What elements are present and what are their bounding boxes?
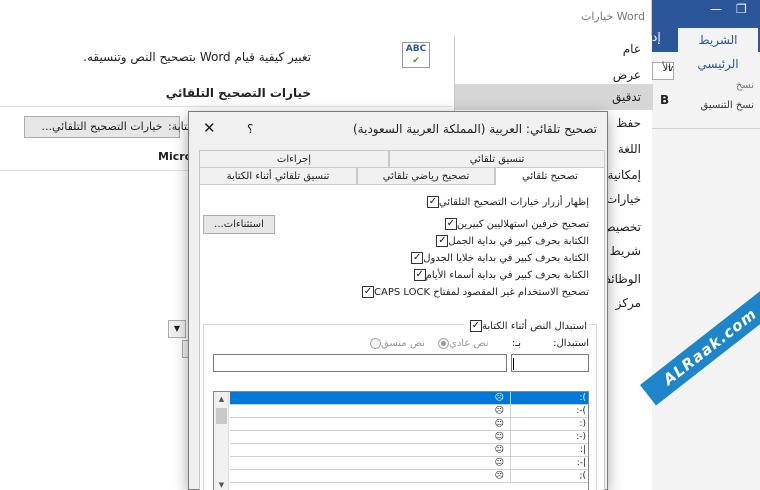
format-painter-item[interactable]: نسخ التنسيق — [701, 100, 754, 111]
abc-check-icon: ABC ✔ — [402, 42, 430, 68]
replace-input[interactable] — [511, 354, 589, 372]
list-item[interactable]: ☺ :-) — [230, 431, 588, 444]
autocorrect-dialog: تصحيح تلقائي: العربية (المملكة العربية ا… — [188, 111, 608, 490]
option-label: تصحيح الاستخدام غير المقصود لمفتاح CAPS … — [374, 286, 589, 298]
tab-autoformat-as-you-type[interactable]: تنسيق تلقائي أثناء الكتابة — [199, 167, 357, 185]
option-capitalize-table-cells[interactable]: ✓ الكتابة بحرف كبير في بداية خلايا الجدو… — [407, 250, 589, 266]
nav-item-proofing[interactable]: تدقيق — [455, 84, 653, 110]
replace-as-you-type-option[interactable]: ✓ استبدال النص أثناء الكتابة — [464, 318, 589, 334]
vertical-scrollbar[interactable]: ▲ ▼ — [214, 392, 229, 490]
option-caps-lock[interactable]: ✓ تصحيح الاستخدام غير المقصود لمفتاح CAP… — [358, 284, 589, 300]
entry-with: 😐 — [230, 444, 511, 457]
section-divider — [0, 106, 452, 107]
option-capitalize-days[interactable]: ✓ الكتابة بحرف كبير في بداية أسماء الأيا… — [410, 267, 589, 283]
restore-button[interactable]: ❐ — [736, 2, 747, 16]
tab-autoformat[interactable]: تنسيق تلقائي — [389, 150, 605, 168]
scroll-thumb[interactable] — [216, 408, 227, 424]
ribbon-tab-edge[interactable]: إد — [652, 30, 661, 44]
chevron-down-icon[interactable]: ▼ — [168, 320, 186, 338]
entry-with: 😐 — [230, 457, 511, 470]
formatted-text-label: نص منسق — [381, 338, 425, 349]
replace-label: استبدال: — [553, 338, 589, 349]
show-buttons-option[interactable]: ✓ إظهار أزرار خيارات التصحيح التلقائي — [423, 194, 589, 210]
entry-with: ☺ — [230, 418, 511, 431]
option-capitalize-sentences[interactable]: ✓ الكتابة بحرف كبير في بداية الجمل — [432, 233, 589, 249]
option-checkbox[interactable]: ✓ — [411, 252, 424, 264]
ribbon-divider — [652, 128, 760, 129]
scroll-down-arrow[interactable]: ▼ — [214, 478, 229, 490]
autocorrect-entries-list[interactable]: ▲ ▼ ☹ :( ☹ :-( ☺ :) ☺ :-) 😐 :| 😐 :-| ☹ ;… — [213, 391, 589, 490]
entry-replace: :-| — [576, 458, 586, 468]
list-item[interactable]: ☹ :( — [230, 392, 588, 405]
entry-with: ☺ — [230, 431, 511, 444]
list-item[interactable]: ☹ ;( — [230, 470, 588, 483]
entry-replace: :) — [579, 419, 586, 429]
copy-item[interactable]: نسخ — [736, 80, 754, 91]
option-label: الكتابة بحرف كبير في بداية خلايا الجدول — [423, 252, 589, 264]
font-dropdown-arrow[interactable]: v — [668, 64, 673, 74]
title-bar: — ❐ — [652, 0, 760, 22]
list-item[interactable]: ☹ :-( — [230, 405, 588, 418]
plain-text-label: نص عادي — [449, 338, 489, 349]
entry-with: ☹ — [230, 392, 511, 405]
entry-replace: :-( — [576, 406, 586, 416]
autocorrect-options-button[interactable]: خيارات التصحيح التلقائي... — [24, 116, 180, 138]
with-label: بـ: — [511, 338, 521, 349]
list-item[interactable]: 😐 :-| — [230, 457, 588, 470]
help-button[interactable]: ؟ — [247, 122, 253, 136]
abc-icon-text: ABC — [405, 44, 427, 54]
dialog-title: تصحيح تلقائي: العربية (المملكة العربية ا… — [352, 122, 597, 136]
option-label: الكتابة بحرف كبير في بداية أسماء الأيام — [425, 269, 589, 281]
close-icon[interactable]: ✕ — [203, 119, 216, 137]
ribbon-tab-strip: إد الشريط الرئيسي — [652, 22, 760, 71]
text-caret — [513, 358, 514, 370]
nav-item-general[interactable]: عام — [455, 36, 653, 62]
option-checkbox[interactable]: ✓ — [362, 286, 375, 298]
exceptions-button[interactable]: استثناءات... — [203, 215, 275, 234]
show-buttons-checkbox[interactable]: ✓ — [426, 196, 439, 208]
tab-math-autocorrect[interactable]: تصحيح رياضي تلقائي — [357, 167, 495, 185]
section-divider-2 — [0, 170, 190, 171]
entry-replace: :( — [579, 393, 586, 403]
entry-replace: :-) — [576, 432, 586, 442]
plain-text-radio[interactable] — [438, 338, 449, 349]
replace-as-you-type-label: استبدال النص أثناء الكتابة — [482, 320, 587, 332]
option-label: تصحيح حرفين استهلاليين كبيرين — [456, 218, 589, 230]
scroll-up-arrow[interactable]: ▲ — [214, 392, 229, 406]
proofing-description: تغيير كيفية قيام Word بتصحيح النص وتنسيق… — [83, 50, 311, 64]
option-label: الكتابة بحرف كبير في بداية الجمل — [448, 235, 589, 247]
entry-replace: :| — [579, 445, 586, 455]
tab-home[interactable]: الشريط الرئيسي — [678, 28, 758, 71]
option-checkbox[interactable]: ✓ — [444, 218, 457, 230]
show-buttons-label: إظهار أزرار خيارات التصحيح التلقائي — [438, 196, 589, 208]
options-window-title: خيارات Word — [581, 10, 645, 23]
word-ribbon: — ❐ إد الشريط الرئيسي الأ v نسخ نسخ التن… — [652, 0, 760, 490]
with-input[interactable] — [213, 354, 507, 372]
formatted-text-radio[interactable] — [370, 338, 381, 349]
entry-replace: ;( — [579, 471, 586, 481]
tab-actions[interactable]: إجراءات — [199, 150, 389, 168]
minimize-button[interactable]: — — [710, 2, 722, 16]
entry-with: ☹ — [230, 470, 511, 483]
list-item[interactable]: 😐 :| — [230, 444, 588, 457]
option-checkbox[interactable]: ✓ — [413, 269, 426, 281]
replace-as-you-type-checkbox[interactable]: ✓ — [470, 320, 482, 332]
bold-button[interactable]: B — [660, 93, 669, 107]
tab-autocorrect[interactable]: تصحيح تلقائي — [495, 167, 605, 186]
option-checkbox[interactable]: ✓ — [436, 235, 449, 247]
list-item[interactable]: ☺ :) — [230, 418, 588, 431]
option-two-initial-caps[interactable]: ✓ تصحيح حرفين استهلاليين كبيرين — [441, 216, 589, 232]
autocorrect-section-heading: خيارات التصحيح التلقائي — [165, 86, 311, 100]
entry-with: ☹ — [230, 405, 511, 418]
plain-text-option[interactable]: نص عادي — [435, 338, 489, 349]
formatted-text-option[interactable]: نص منسق — [367, 338, 425, 349]
